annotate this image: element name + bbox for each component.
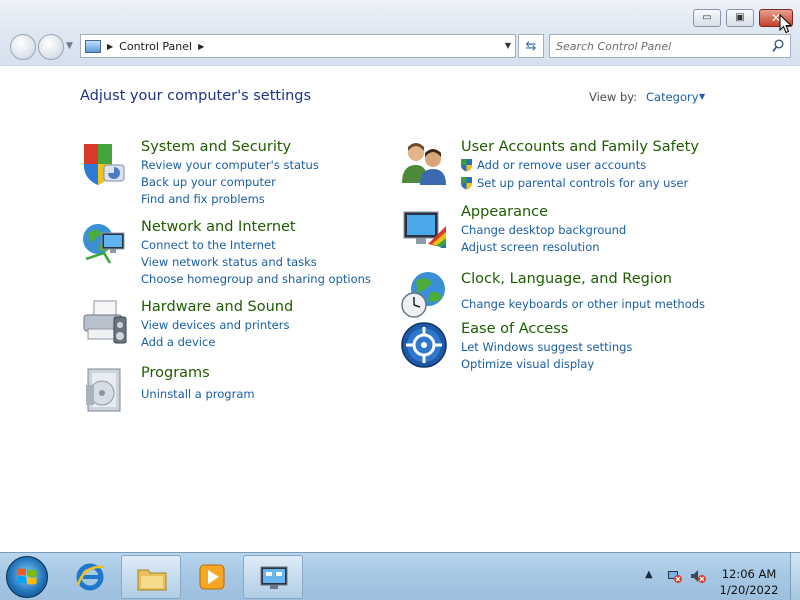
window-titlebar: ▭ ▣ ✕ (0, 0, 800, 32)
forward-button[interactable] (38, 34, 64, 60)
ease-of-access-icon (401, 322, 447, 368)
taskbar-media-player[interactable] (182, 555, 242, 599)
maximize-icon: ▣ (735, 12, 745, 23)
volume-muted-icon[interactable] (690, 568, 706, 584)
control-panel-content: Adjust your computer's settings View by:… (0, 67, 800, 552)
category-link[interactable]: Find and fix problems (141, 192, 265, 206)
category-title[interactable]: Clock, Language, and Region (461, 271, 672, 287)
internet-explorer-icon (76, 563, 105, 591)
minimize-icon: ▭ (702, 12, 712, 23)
search-icon[interactable] (772, 39, 784, 53)
navigation-bar: ▼ ▶ Control Panel ▶ ▼ ⇆ (0, 32, 800, 66)
category-link[interactable]: Change keyboards or other input methods (461, 297, 705, 311)
category-title[interactable]: User Accounts and Family Safety (461, 139, 699, 155)
category-link[interactable]: View devices and printers (141, 318, 289, 332)
minimize-button[interactable]: ▭ (693, 9, 721, 27)
search-box (549, 34, 791, 58)
user-accounts-icon (402, 143, 446, 185)
taskbar-control-panel[interactable] (243, 555, 303, 599)
category-title[interactable]: Hardware and Sound (141, 299, 293, 315)
clock-language-region-icon (401, 272, 445, 318)
category-title[interactable]: System and Security (141, 139, 291, 155)
page-title: Adjust your computer's settings (80, 88, 312, 104)
clock-date: 1/20/2022 (719, 583, 779, 597)
network-status-icon[interactable] (667, 568, 683, 584)
category-title[interactable]: Network and Internet (141, 219, 296, 235)
clock-time: 12:06 AM (721, 567, 777, 581)
breadcrumb-arrow-icon[interactable]: ▶ (107, 42, 113, 51)
category-link[interactable]: Connect to the Internet (141, 238, 276, 252)
category-link[interactable]: Add a device (141, 335, 215, 349)
category-link[interactable]: Review your computer's status (141, 158, 319, 172)
uac-shield-icon (461, 159, 472, 172)
windows-logo-icon (17, 568, 37, 585)
appearance-icon (403, 211, 446, 248)
category-title[interactable]: Appearance (461, 204, 548, 220)
search-input[interactable] (556, 36, 766, 56)
programs-icon (86, 368, 121, 412)
address-bar[interactable]: ▶ Control Panel ▶ ▼ (80, 34, 516, 58)
refresh-icon: ⇆ (525, 38, 537, 54)
windows-explorer-icon (137, 569, 167, 591)
breadcrumb-arrow-icon[interactable]: ▶ (198, 42, 204, 51)
view-by-dropdown[interactable]: Category (646, 90, 699, 104)
category-link[interactable]: Uninstall a program (141, 387, 255, 401)
back-button[interactable] (10, 34, 36, 60)
media-player-icon (199, 564, 225, 590)
category-link[interactable]: Change desktop background (461, 223, 626, 237)
network-internet-icon (83, 224, 125, 264)
control-panel-icon (85, 39, 101, 53)
uac-shield-icon (461, 177, 472, 190)
close-icon: ✕ (770, 11, 782, 25)
system-clock[interactable]: 12:06 AM 1/20/2022 (715, 566, 783, 598)
address-dropdown-icon[interactable]: ▼ (505, 41, 511, 50)
category-link[interactable]: Set up parental controls for any user (477, 176, 688, 190)
system-security-icon (84, 144, 125, 185)
show-hidden-icons-button[interactable]: ▲ (645, 569, 653, 580)
category-link[interactable]: Let Windows suggest settings (461, 340, 632, 354)
maximize-button[interactable]: ▣ (726, 9, 754, 27)
refresh-button[interactable]: ⇆ (518, 34, 544, 58)
category-link[interactable]: Back up your computer (141, 175, 276, 189)
category-link[interactable]: Optimize visual display (461, 357, 594, 371)
category-link[interactable]: Add or remove user accounts (477, 158, 646, 172)
taskbar: ▲ 12:06 AM 1/20/2022 (0, 552, 800, 600)
recent-pages-dropdown-icon[interactable]: ▼ (66, 41, 73, 51)
start-button[interactable] (6, 556, 48, 598)
show-desktop-button[interactable] (790, 553, 800, 600)
control-panel-icon (260, 566, 288, 589)
view-by-label: View by: (589, 90, 638, 104)
taskbar-windows-explorer[interactable] (121, 555, 181, 599)
category-title[interactable]: Programs (141, 365, 210, 381)
category-title[interactable]: Ease of Access (461, 321, 568, 337)
category-link[interactable]: Adjust screen resolution (461, 240, 600, 254)
chevron-down-icon[interactable]: ▼ (699, 92, 705, 101)
taskbar-internet-explorer[interactable] (60, 555, 120, 599)
close-button[interactable]: ✕ (759, 9, 793, 27)
breadcrumb-control-panel[interactable]: Control Panel (119, 40, 192, 53)
category-link[interactable]: View network status and tasks (141, 255, 317, 269)
category-link[interactable]: Choose homegroup and sharing options (141, 272, 371, 286)
hardware-sound-icon (83, 300, 127, 344)
